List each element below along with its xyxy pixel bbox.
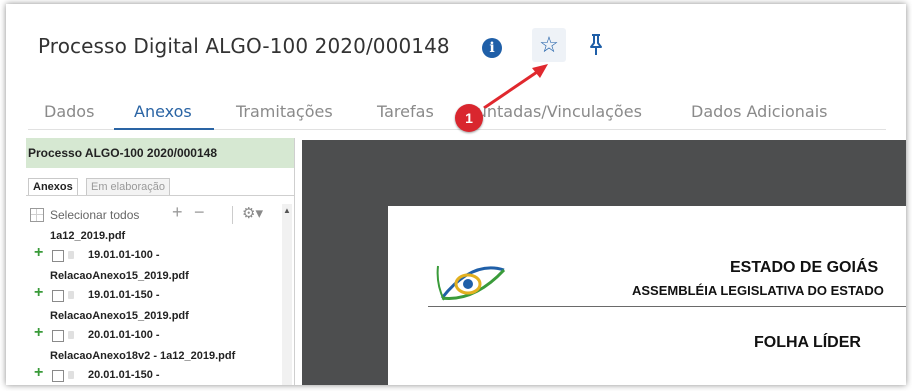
page-title: Processo Digital ALGO-100 2020/000148 <box>38 34 450 58</box>
panel-toolbar: Selecionar todos + − ⚙▾ <box>26 202 288 226</box>
assembly-logo-icon <box>436 265 506 301</box>
select-all-icon[interactable] <box>30 208 44 222</box>
document-rule <box>428 306 906 307</box>
attachments-panel: Processo ALGO-100 2020/000148 Anexos Em … <box>26 138 295 385</box>
expand-all-icon[interactable]: + <box>172 202 183 223</box>
tab-anexos[interactable]: Anexos <box>134 102 192 121</box>
tree-row[interactable]: + 20.01.01-150 - <box>26 364 278 384</box>
tab-tarefas[interactable]: Tarefas <box>377 102 434 121</box>
select-all-button[interactable]: Selecionar todos <box>50 208 139 222</box>
tab-tramitacoes[interactable]: Tramitações <box>236 102 333 121</box>
subtab-divider <box>26 195 294 196</box>
panel-scrollbar[interactable] <box>282 204 292 385</box>
document-icon <box>68 291 74 299</box>
list-item-filename[interactable]: RelacaoAnexo15_2019.pdf <box>50 310 189 322</box>
row-code: 19.01.01-100 - <box>88 249 160 261</box>
row-checkbox[interactable] <box>52 330 64 342</box>
list-item-filename[interactable]: 1a12_2019.pdf <box>50 230 125 242</box>
expand-icon[interactable]: + <box>34 244 43 262</box>
gear-dropdown-icon[interactable]: ⚙▾ <box>242 204 263 222</box>
tab-juntadas-vinculacoes[interactable]: Juntadas/Vinculações <box>472 102 642 121</box>
tab-dados[interactable]: Dados <box>44 102 94 121</box>
row-code: 20.01.01-150 - <box>88 369 160 381</box>
list-item-filename[interactable]: RelacaoAnexo18v2 - 1a12_2019.pdf <box>50 350 235 362</box>
tree-row[interactable]: + 20.01.01-100 - <box>26 324 278 344</box>
expand-icon[interactable]: + <box>34 324 43 342</box>
document-title: ESTADO DE GOIÁS <box>730 259 879 276</box>
favorite-star-button[interactable]: ☆ <box>532 28 566 62</box>
scroll-up-icon[interactable]: ▲ <box>283 206 291 215</box>
subtab-anexos[interactable]: Anexos <box>28 178 78 195</box>
row-code: 19.01.01-150 - <box>88 289 160 301</box>
row-checkbox[interactable] <box>52 290 64 302</box>
row-checkbox[interactable] <box>52 250 64 262</box>
collapse-all-icon[interactable]: − <box>194 202 205 223</box>
list-item-filename[interactable]: RelacaoAnexo15_2019.pdf <box>50 270 189 282</box>
document-icon <box>68 371 74 379</box>
tree-row[interactable]: + 19.01.01-150 - <box>26 284 278 304</box>
expand-icon[interactable]: + <box>34 284 43 302</box>
expand-icon[interactable]: + <box>34 364 43 382</box>
tab-dados-adicionais[interactable]: Dados Adicionais <box>691 102 828 121</box>
subtab-em-elaboracao[interactable]: Em elaboração <box>86 178 170 195</box>
active-tab-indicator <box>114 128 214 130</box>
document-heading: FOLHA LÍDER <box>754 334 861 351</box>
panel-header: Processo ALGO-100 2020/000148 <box>26 138 294 168</box>
pin-icon[interactable] <box>584 32 608 58</box>
app-window: Processo Digital ALGO-100 2020/000148 i … <box>6 4 906 385</box>
step-badge: 1 <box>455 104 483 132</box>
star-outline-icon: ☆ <box>539 32 559 57</box>
info-icon[interactable]: i <box>482 38 502 58</box>
document-subtitle: ASSEMBLÉIA LEGISLATIVA DO ESTADO <box>632 283 884 298</box>
row-code: 20.01.01-100 - <box>88 329 160 341</box>
document-viewer[interactable]: ESTADO DE GOIÁS ASSEMBLÉIA LEGISLATIVA D… <box>302 140 906 385</box>
document-icon <box>68 331 74 339</box>
document-page: ESTADO DE GOIÁS ASSEMBLÉIA LEGISLATIVA D… <box>388 206 906 385</box>
row-checkbox[interactable] <box>52 370 64 382</box>
toolbar-separator <box>232 206 233 224</box>
tree-row[interactable]: + 19.01.01-100 - <box>26 244 278 264</box>
document-icon <box>68 251 74 259</box>
